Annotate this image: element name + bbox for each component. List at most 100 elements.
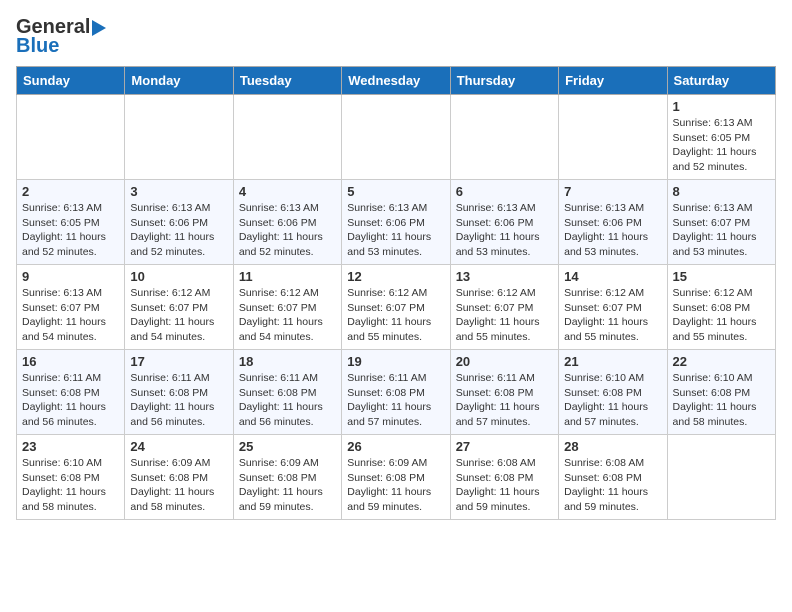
calendar-cell: [342, 95, 450, 180]
col-header-sunday: Sunday: [17, 67, 125, 95]
day-number: 10: [130, 269, 227, 284]
day-number: 24: [130, 439, 227, 454]
day-number: 23: [22, 439, 119, 454]
col-header-tuesday: Tuesday: [233, 67, 341, 95]
col-header-monday: Monday: [125, 67, 233, 95]
calendar-cell: 20Sunrise: 6:11 AM Sunset: 6:08 PM Dayli…: [450, 350, 558, 435]
calendar-cell: [667, 435, 775, 520]
day-number: 12: [347, 269, 444, 284]
calendar-cell: 26Sunrise: 6:09 AM Sunset: 6:08 PM Dayli…: [342, 435, 450, 520]
col-header-thursday: Thursday: [450, 67, 558, 95]
calendar-cell: 7 Sunrise: 6:13 AM Sunset: 6:06 PM Daylig…: [559, 180, 667, 265]
calendar-cell: [559, 95, 667, 180]
day-number: 19: [347, 354, 444, 369]
day-number: 1: [673, 99, 770, 114]
calendar-cell: 25 Sunrise: 6:09 AM Sunset: 6:08 PM Dayli…: [233, 435, 341, 520]
calendar-cell: 10Sunrise: 6:12 AM Sunset: 6:07 PM Dayli…: [125, 265, 233, 350]
day-info: Sunrise: 6:10 AM Sunset: 6:08 PM Dayligh…: [22, 456, 119, 515]
calendar-cell: 19 Sunrise: 6:11 AM Sunset: 6:08 PM Dayli…: [342, 350, 450, 435]
calendar-header-row: SundayMondayTuesdayWednesdayThursdayFrid…: [17, 67, 776, 95]
day-number: 11: [239, 269, 336, 284]
day-info: Sunrise: 6:10 AM Sunset: 6:08 PM Dayligh…: [673, 371, 770, 430]
day-number: 16: [22, 354, 119, 369]
day-info: Sunrise: 6:13 AM Sunset: 6:06 PM Dayligh…: [239, 201, 336, 260]
calendar-cell: 15 Sunrise: 6:12 AM Sunset: 6:08 PM Dayli…: [667, 265, 775, 350]
calendar-cell: 21 Sunrise: 6:10 AM Sunset: 6:08 PM Dayli…: [559, 350, 667, 435]
day-number: 9: [22, 269, 119, 284]
logo-blue: Blue: [16, 35, 59, 58]
day-info: Sunrise: 6:09 AM Sunset: 6:08 PM Dayligh…: [347, 456, 444, 515]
day-info: Sunrise: 6:09 AM Sunset: 6:08 PM Dayligh…: [239, 456, 336, 515]
calendar-week-3: 9 Sunrise: 6:13 AM Sunset: 6:07 PM Daylig…: [17, 265, 776, 350]
day-info: Sunrise: 6:08 AM Sunset: 6:08 PM Dayligh…: [564, 456, 661, 515]
day-number: 3: [130, 184, 227, 199]
calendar-cell: [450, 95, 558, 180]
calendar-cell: 23 Sunrise: 6:10 AM Sunset: 6:08 PM Dayli…: [17, 435, 125, 520]
calendar-cell: 27 Sunrise: 6:08 AM Sunset: 6:08 PM Dayli…: [450, 435, 558, 520]
calendar-week-4: 16 Sunrise: 6:11 AM Sunset: 6:08 PM Dayli…: [17, 350, 776, 435]
calendar-cell: 18 Sunrise: 6:11 AM Sunset: 6:08 PM Dayli…: [233, 350, 341, 435]
col-header-wednesday: Wednesday: [342, 67, 450, 95]
day-number: 20: [456, 354, 553, 369]
calendar-cell: 13 Sunrise: 6:12 AM Sunset: 6:07 PM Dayli…: [450, 265, 558, 350]
calendar-table: SundayMondayTuesdayWednesdayThursdayFrid…: [16, 66, 776, 520]
day-number: 25: [239, 439, 336, 454]
day-info: Sunrise: 6:13 AM Sunset: 6:06 PM Dayligh…: [347, 201, 444, 260]
day-number: 8: [673, 184, 770, 199]
calendar-cell: 17 Sunrise: 6:11 AM Sunset: 6:08 PM Dayli…: [125, 350, 233, 435]
day-number: 13: [456, 269, 553, 284]
day-number: 2: [22, 184, 119, 199]
calendar-cell: 9 Sunrise: 6:13 AM Sunset: 6:07 PM Daylig…: [17, 265, 125, 350]
calendar-cell: 8 Sunrise: 6:13 AM Sunset: 6:07 PM Daylig…: [667, 180, 775, 265]
calendar-cell: 24 Sunrise: 6:09 AM Sunset: 6:08 PM Dayli…: [125, 435, 233, 520]
day-info: Sunrise: 6:11 AM Sunset: 6:08 PM Dayligh…: [347, 371, 444, 430]
day-info: Sunrise: 6:13 AM Sunset: 6:07 PM Dayligh…: [22, 286, 119, 345]
col-header-friday: Friday: [559, 67, 667, 95]
calendar-week-1: 1 Sunrise: 6:13 AM Sunset: 6:05 PM Daylig…: [17, 95, 776, 180]
day-number: 27: [456, 439, 553, 454]
calendar-cell: 1 Sunrise: 6:13 AM Sunset: 6:05 PM Daylig…: [667, 95, 775, 180]
day-number: 15: [673, 269, 770, 284]
day-number: 4: [239, 184, 336, 199]
day-number: 6: [456, 184, 553, 199]
day-info: Sunrise: 6:11 AM Sunset: 6:08 PM Dayligh…: [130, 371, 227, 430]
calendar-week-5: 23 Sunrise: 6:10 AM Sunset: 6:08 PM Dayli…: [17, 435, 776, 520]
logo: General Blue: [16, 16, 106, 58]
day-info: Sunrise: 6:13 AM Sunset: 6:05 PM Dayligh…: [673, 116, 770, 175]
day-number: 18: [239, 354, 336, 369]
calendar-cell: 4 Sunrise: 6:13 AM Sunset: 6:06 PM Daylig…: [233, 180, 341, 265]
day-number: 7: [564, 184, 661, 199]
day-number: 5: [347, 184, 444, 199]
page-header: General Blue: [16, 16, 776, 58]
day-number: 22: [673, 354, 770, 369]
day-info: Sunrise: 6:13 AM Sunset: 6:06 PM Dayligh…: [456, 201, 553, 260]
day-info: Sunrise: 6:11 AM Sunset: 6:08 PM Dayligh…: [22, 371, 119, 430]
calendar-cell: 3Sunrise: 6:13 AM Sunset: 6:06 PM Daylig…: [125, 180, 233, 265]
day-info: Sunrise: 6:12 AM Sunset: 6:07 PM Dayligh…: [564, 286, 661, 345]
calendar-cell: 12 Sunrise: 6:12 AM Sunset: 6:07 PM Dayli…: [342, 265, 450, 350]
calendar-cell: [233, 95, 341, 180]
day-info: Sunrise: 6:13 AM Sunset: 6:05 PM Dayligh…: [22, 201, 119, 260]
logo-arrow-icon: [92, 20, 106, 36]
day-number: 14: [564, 269, 661, 284]
day-info: Sunrise: 6:10 AM Sunset: 6:08 PM Dayligh…: [564, 371, 661, 430]
day-info: Sunrise: 6:11 AM Sunset: 6:08 PM Dayligh…: [239, 371, 336, 430]
calendar-cell: 22 Sunrise: 6:10 AM Sunset: 6:08 PM Dayli…: [667, 350, 775, 435]
calendar-cell: 11 Sunrise: 6:12 AM Sunset: 6:07 PM Dayli…: [233, 265, 341, 350]
day-number: 21: [564, 354, 661, 369]
day-info: Sunrise: 6:13 AM Sunset: 6:07 PM Dayligh…: [673, 201, 770, 260]
day-info: Sunrise: 6:12 AM Sunset: 6:07 PM Dayligh…: [347, 286, 444, 345]
day-info: Sunrise: 6:12 AM Sunset: 6:07 PM Dayligh…: [239, 286, 336, 345]
col-header-saturday: Saturday: [667, 67, 775, 95]
calendar-cell: 5 Sunrise: 6:13 AM Sunset: 6:06 PM Daylig…: [342, 180, 450, 265]
day-number: 17: [130, 354, 227, 369]
day-info: Sunrise: 6:09 AM Sunset: 6:08 PM Dayligh…: [130, 456, 227, 515]
day-info: Sunrise: 6:13 AM Sunset: 6:06 PM Dayligh…: [564, 201, 661, 260]
calendar-week-2: 2 Sunrise: 6:13 AM Sunset: 6:05 PM Daylig…: [17, 180, 776, 265]
day-info: Sunrise: 6:08 AM Sunset: 6:08 PM Dayligh…: [456, 456, 553, 515]
day-number: 28: [564, 439, 661, 454]
calendar-cell: 14 Sunrise: 6:12 AM Sunset: 6:07 PM Dayli…: [559, 265, 667, 350]
day-info: Sunrise: 6:12 AM Sunset: 6:08 PM Dayligh…: [673, 286, 770, 345]
calendar-cell: 16 Sunrise: 6:11 AM Sunset: 6:08 PM Dayli…: [17, 350, 125, 435]
day-info: Sunrise: 6:12 AM Sunset: 6:07 PM Dayligh…: [456, 286, 553, 345]
